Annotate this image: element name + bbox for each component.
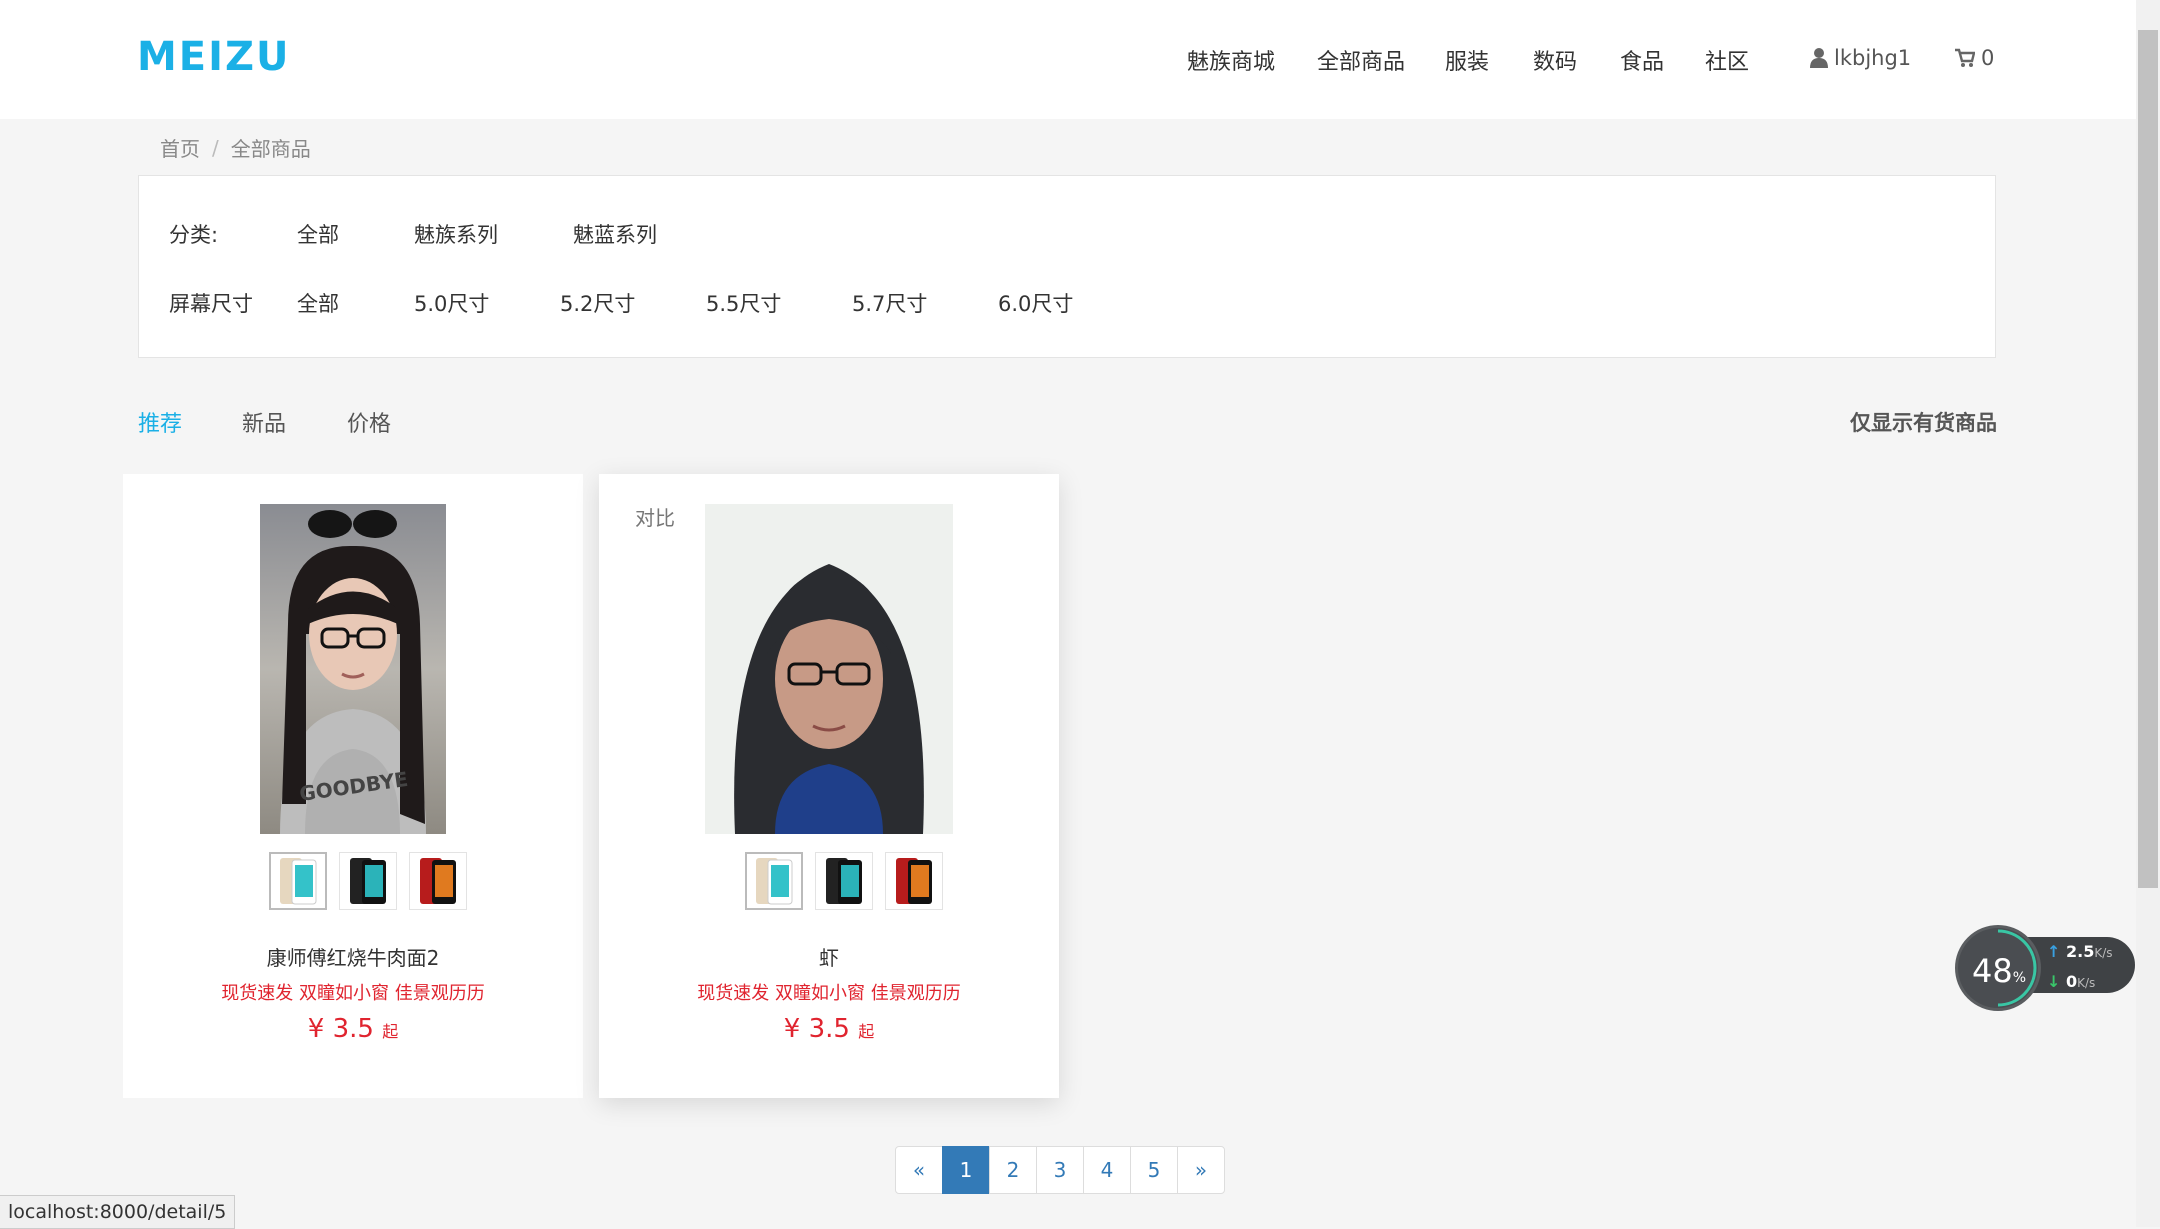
- product-card[interactable]: GOODBYE 康师傅红烧牛肉面2 现货速发 双瞳如小窗 佳景观历历 ¥ 3.5…: [123, 474, 583, 1098]
- category-option-all[interactable]: 全部: [297, 219, 339, 249]
- product-tagline: 现货速发 双瞳如小窗 佳景观历历: [221, 983, 485, 1004]
- color-thumb-red[interactable]: [885, 852, 943, 910]
- screen-option-5-0[interactable]: 5.0尺寸: [414, 288, 489, 318]
- scrollbar-thumb[interactable]: [2138, 30, 2158, 888]
- price-value: ¥ 3.5: [307, 1014, 374, 1044]
- breadcrumb-home[interactable]: 首页: [160, 133, 200, 162]
- speed-percent: 48%: [1972, 952, 2027, 990]
- product-name[interactable]: 康师傅红烧牛肉面2: [123, 942, 583, 971]
- color-thumb-black[interactable]: [339, 852, 397, 910]
- nav-item-meizu-store[interactable]: 魅族商城: [1187, 44, 1275, 76]
- product-tagline: 现货速发 双瞳如小窗 佳景观历历: [697, 983, 961, 1004]
- pagination-page-4[interactable]: 4: [1083, 1146, 1131, 1194]
- breadcrumb: 首页 / 全部商品: [138, 120, 1996, 175]
- product-price: ¥ 3.5 起: [123, 1014, 583, 1044]
- cart-icon: [1955, 48, 1975, 67]
- upload-speed: ↑ 2.5K/s: [2047, 942, 2113, 961]
- pagination-page-1[interactable]: 1: [942, 1146, 990, 1194]
- upload-arrow-icon: ↑: [2047, 942, 2061, 961]
- phone-black-icon: [350, 858, 386, 904]
- color-thumbnails: [745, 852, 943, 910]
- screen-option-5-2[interactable]: 5.2尺寸: [560, 288, 635, 318]
- category-filter-label: 分类:: [169, 223, 219, 247]
- nav-item-clothing[interactable]: 服装: [1445, 44, 1489, 76]
- meizu-logo[interactable]: MEIZU: [137, 34, 312, 80]
- network-speed-widget[interactable]: 48% ↑ 2.5K/s ↓ 0K/s: [1955, 925, 2135, 1011]
- svg-text:MEIZU: MEIZU: [137, 38, 291, 72]
- pagination-prev[interactable]: «: [895, 1146, 943, 1194]
- price-suffix: 起: [858, 1022, 875, 1041]
- breadcrumb-separator: /: [212, 135, 219, 160]
- sort-tab-price[interactable]: 价格: [347, 406, 391, 438]
- price-suffix: 起: [382, 1022, 399, 1041]
- page-scrollbar[interactable]: [2136, 0, 2160, 1227]
- sort-tab-new[interactable]: 新品: [242, 406, 286, 438]
- download-arrow-icon: ↓: [2047, 972, 2061, 991]
- phone-gold-icon: [756, 858, 793, 905]
- user-link[interactable]: lkbjhg1: [1810, 46, 1911, 70]
- pagination-page-2[interactable]: 2: [989, 1146, 1037, 1194]
- user-icon: [1810, 48, 1828, 68]
- color-thumb-black[interactable]: [815, 852, 873, 910]
- phone-red-icon: [896, 858, 932, 904]
- in-stock-only-toggle[interactable]: 仅显示有货商品: [1850, 407, 1997, 437]
- category-option-meilan[interactable]: 魅蓝系列: [573, 219, 657, 249]
- product-name[interactable]: 虾: [599, 942, 1059, 971]
- color-thumb-gold[interactable]: [269, 852, 327, 910]
- screen-option-5-5[interactable]: 5.5尺寸: [706, 288, 781, 318]
- sort-tab-recommended[interactable]: 推荐: [138, 406, 182, 438]
- filter-panel: 分类: 全部 魅族系列 魅蓝系列 屏幕尺寸 全部 5.0尺寸 5.2尺寸 5.5…: [138, 175, 1996, 358]
- nav-item-community[interactable]: 社区: [1705, 44, 1749, 76]
- pagination-page-5[interactable]: 5: [1130, 1146, 1178, 1194]
- username: lkbjhg1: [1834, 46, 1912, 70]
- phone-red-icon: [420, 858, 456, 904]
- meizu-logo-icon: MEIZU: [137, 34, 291, 80]
- pagination-page-3[interactable]: 3: [1036, 1146, 1084, 1194]
- breadcrumb-current: 全部商品: [230, 137, 311, 161]
- nav-item-digital[interactable]: 数码: [1533, 44, 1577, 76]
- pagination-next[interactable]: »: [1177, 1146, 1225, 1194]
- compare-link[interactable]: 对比: [635, 502, 675, 531]
- screen-option-all[interactable]: 全部: [297, 288, 339, 318]
- phone-gold-icon: [280, 858, 317, 905]
- screen-filter-label: 屏幕尺寸: [169, 292, 253, 316]
- phone-black-icon: [826, 858, 862, 904]
- nav-item-food[interactable]: 食品: [1620, 44, 1664, 76]
- price-value: ¥ 3.5: [783, 1014, 850, 1044]
- screen-option-6-0[interactable]: 6.0尺寸: [998, 288, 1073, 318]
- cart-link[interactable]: 0: [1955, 46, 1994, 70]
- product-image[interactable]: GOODBYE: [260, 504, 446, 834]
- screen-option-5-7[interactable]: 5.7尺寸: [852, 288, 927, 318]
- product-image[interactable]: [705, 504, 953, 834]
- color-thumbnails: [269, 852, 467, 910]
- product-card[interactable]: 对比 虾 现货速发 双瞳如小窗 佳景观历历 ¥ 3.5 起: [599, 474, 1059, 1098]
- category-option-meizu[interactable]: 魅族系列: [414, 219, 498, 249]
- product-price: ¥ 3.5 起: [599, 1014, 1059, 1044]
- speed-gauge: 48%: [1955, 925, 2041, 1011]
- browser-status-url: localhost:8000/detail/5: [0, 1195, 236, 1229]
- nav-item-all-products[interactable]: 全部商品: [1317, 44, 1405, 76]
- cart-count: 0: [1981, 46, 1995, 70]
- download-speed: ↓ 0K/s: [2047, 972, 2096, 991]
- color-thumb-red[interactable]: [409, 852, 467, 910]
- color-thumb-gold[interactable]: [745, 852, 803, 910]
- pagination: « 1 2 3 4 5 »: [895, 1146, 1225, 1194]
- site-header: MEIZU 魅族商城 全部商品 服装 数码 食品 社区 lkbjhg1 0: [0, 0, 2136, 119]
